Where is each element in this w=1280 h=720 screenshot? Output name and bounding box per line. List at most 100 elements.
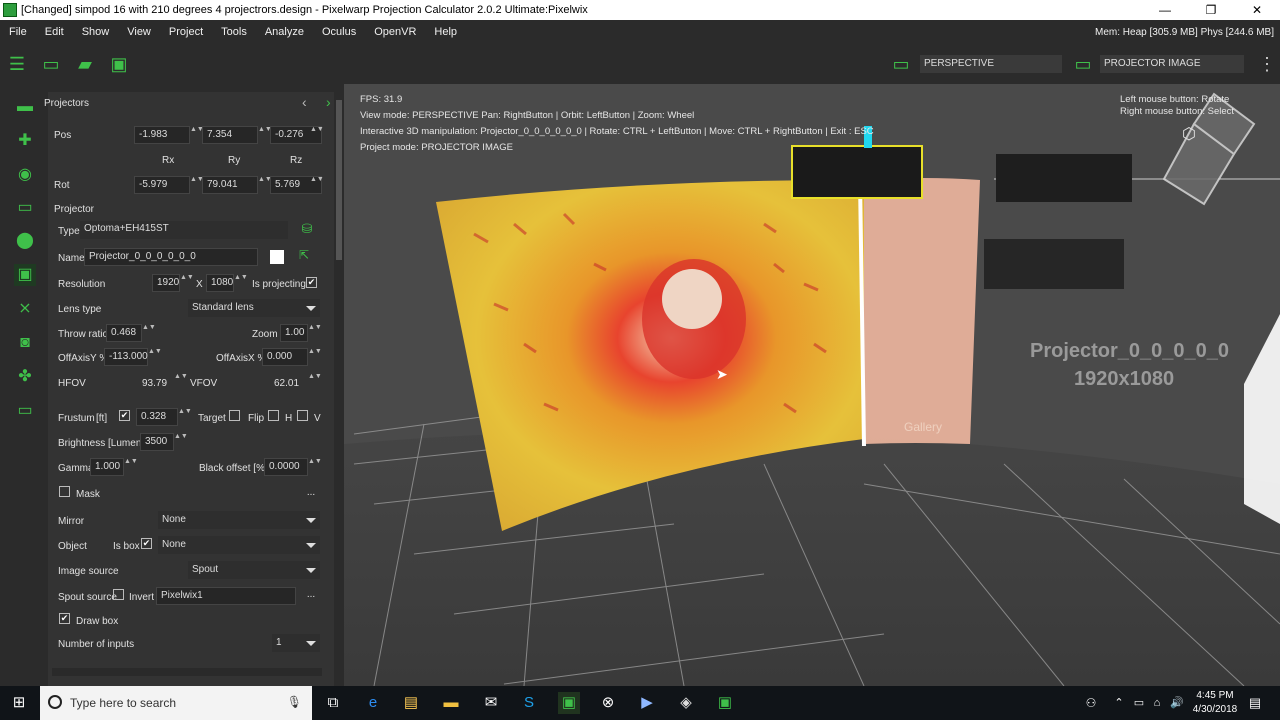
menu-tools[interactable]: Tools: [212, 26, 256, 38]
is-box-checkbox[interactable]: ✔: [141, 538, 152, 549]
chevron-left-icon[interactable]: ‹: [302, 94, 307, 110]
spout-source-field[interactable]: Pixelwix1: [156, 587, 296, 605]
open-folder-icon[interactable]: ▰: [74, 54, 96, 74]
color-swatch[interactable]: [270, 250, 284, 264]
black-offset-field[interactable]: 0.0000: [264, 458, 308, 476]
is-projecting-checkbox[interactable]: ✔: [306, 277, 317, 288]
mask-checkbox[interactable]: [59, 486, 70, 497]
more-vertical-icon[interactable]: ⋮: [1256, 54, 1278, 74]
zoom-spinner[interactable]: ▲▼: [308, 324, 322, 342]
screen-icon[interactable]: ▭: [14, 197, 36, 219]
view-cube-icon[interactable]: ⬡: [1182, 124, 1196, 144]
menu-analyze[interactable]: Analyze: [256, 26, 313, 38]
export-icon[interactable]: ⇱: [294, 248, 314, 266]
pos-x-field[interactable]: -1.983: [134, 126, 190, 144]
pixelwarp-app-icon[interactable]: ▣: [558, 692, 580, 714]
eye-icon[interactable]: ◉: [14, 164, 36, 186]
close-button[interactable]: ✕: [1234, 0, 1280, 20]
resolution-width-field[interactable]: 1920: [152, 274, 180, 292]
mask-browse-button[interactable]: ...: [302, 487, 320, 498]
menu-edit[interactable]: Edit: [36, 26, 73, 38]
projectors-icon[interactable]: ▬: [14, 96, 36, 118]
flip-v-checkbox[interactable]: [297, 410, 308, 421]
projector-view-icon[interactable]: ▭: [1072, 54, 1094, 74]
media-app-icon[interactable]: ▶: [636, 692, 658, 714]
menu-openvr[interactable]: OpenVR: [365, 26, 425, 38]
gamma-spinner[interactable]: ▲▼: [124, 458, 138, 476]
people-icon[interactable]: ⚇: [1080, 692, 1102, 714]
brightness-field[interactable]: 3500: [140, 433, 174, 451]
xbox-icon[interactable]: ⊗: [597, 692, 619, 714]
new-design-icon[interactable]: ▭: [40, 54, 62, 74]
projector-active-icon[interactable]: ▣: [14, 264, 36, 286]
rot-x-spinner[interactable]: ▲▼: [190, 176, 204, 194]
view-select-perspective[interactable]: PERSPECTIVE: [920, 55, 1062, 73]
lens-type-dropdown[interactable]: Standard lens: [188, 299, 320, 317]
horizontal-scrollbar[interactable]: [52, 668, 322, 676]
camera-icon[interactable]: ◙: [14, 332, 36, 354]
throw-ratio-spinner[interactable]: ▲▼: [142, 324, 156, 342]
store-icon[interactable]: ▤: [400, 692, 422, 714]
tray-chevron-icon[interactable]: ⌃: [1108, 692, 1130, 714]
hamburger-icon[interactable]: ☰: [6, 54, 28, 74]
pos-z-spinner[interactable]: ▲▼: [310, 126, 324, 144]
mail-icon[interactable]: ✉: [480, 692, 502, 714]
menu-project[interactable]: Project: [160, 26, 212, 38]
vfov-spinner[interactable]: ▲▼: [308, 373, 322, 391]
draw-box-checkbox[interactable]: ✔: [59, 613, 70, 624]
volume-icon[interactable]: 🔊: [1166, 692, 1188, 714]
pos-y-spinner[interactable]: ▲▼: [258, 126, 272, 144]
file-explorer-icon[interactable]: ▬: [440, 692, 462, 714]
view-select-projector[interactable]: PROJECTOR IMAGE: [1100, 55, 1244, 73]
rot-z-spinner[interactable]: ▲▼: [310, 176, 324, 194]
group-icon[interactable]: ✤: [14, 366, 36, 388]
name-field[interactable]: Projector_0_0_0_0_0_0: [84, 248, 258, 266]
spout-browse-button[interactable]: ...: [302, 589, 320, 600]
offaxis-y-field[interactable]: -113.000: [104, 348, 148, 366]
grid-icon[interactable]: ⨯: [14, 298, 36, 320]
edge-icon[interactable]: e: [362, 692, 384, 714]
hfov-spinner[interactable]: ▲▼: [174, 373, 188, 391]
menu-oculus[interactable]: Oculus: [313, 26, 365, 38]
throw-ratio-field[interactable]: 0.468: [106, 324, 142, 342]
camera-view-icon[interactable]: ▭: [890, 54, 912, 74]
black-offset-spinner[interactable]: ▲▼: [308, 458, 322, 476]
pos-y-field[interactable]: 7.354: [202, 126, 258, 144]
target-checkbox[interactable]: [229, 410, 240, 421]
skype-icon[interactable]: S: [518, 692, 540, 714]
menu-view[interactable]: View: [118, 26, 160, 38]
offaxis-x-field[interactable]: 0.000: [262, 348, 308, 366]
microphone-icon[interactable]: 🎙: [287, 695, 302, 709]
offaxis-x-spinner[interactable]: ▲▼: [308, 348, 322, 366]
unity-icon[interactable]: ◈: [675, 692, 697, 714]
invert-checkbox[interactable]: [113, 589, 124, 600]
offaxis-y-spinner[interactable]: ▲▼: [148, 348, 162, 366]
location-pin-icon[interactable]: ⬤: [14, 230, 36, 252]
menu-file[interactable]: File: [0, 26, 36, 38]
object-dropdown[interactable]: None: [158, 536, 320, 554]
gamma-field[interactable]: 1.000: [90, 458, 124, 476]
chevron-right-icon[interactable]: ›: [326, 94, 331, 110]
zoom-field[interactable]: 1.00: [280, 324, 308, 342]
frustum-spinner[interactable]: ▲▼: [178, 408, 192, 426]
minimize-button[interactable]: —: [1142, 0, 1188, 20]
menu-show[interactable]: Show: [73, 26, 119, 38]
network-icon[interactable]: ⌂: [1146, 692, 1168, 714]
monitor-icon[interactable]: ▭: [14, 400, 36, 422]
save-icon[interactable]: ▣: [108, 54, 130, 74]
image-source-dropdown[interactable]: Spout: [188, 561, 320, 579]
database-icon[interactable]: ⛁: [296, 221, 318, 241]
flip-h-checkbox[interactable]: [268, 410, 279, 421]
resolution-height-field[interactable]: 1080: [206, 274, 234, 292]
brightness-spinner[interactable]: ▲▼: [174, 433, 188, 451]
rot-y-spinner[interactable]: ▲▼: [258, 176, 272, 194]
pos-x-spinner[interactable]: ▲▼: [190, 126, 204, 144]
blend-icon[interactable]: ✚: [14, 130, 36, 152]
taskbar-search[interactable]: Type here to search 🎙: [40, 686, 312, 720]
rot-y-field[interactable]: 79.041: [202, 176, 258, 194]
type-field[interactable]: Optoma+EH415ST: [80, 221, 288, 239]
number-inputs-dropdown[interactable]: 1: [272, 634, 320, 652]
panel-scroll-thumb[interactable]: [336, 100, 342, 260]
notification-icon[interactable]: ▤: [1244, 692, 1266, 714]
maximize-button[interactable]: ❐: [1188, 0, 1234, 20]
